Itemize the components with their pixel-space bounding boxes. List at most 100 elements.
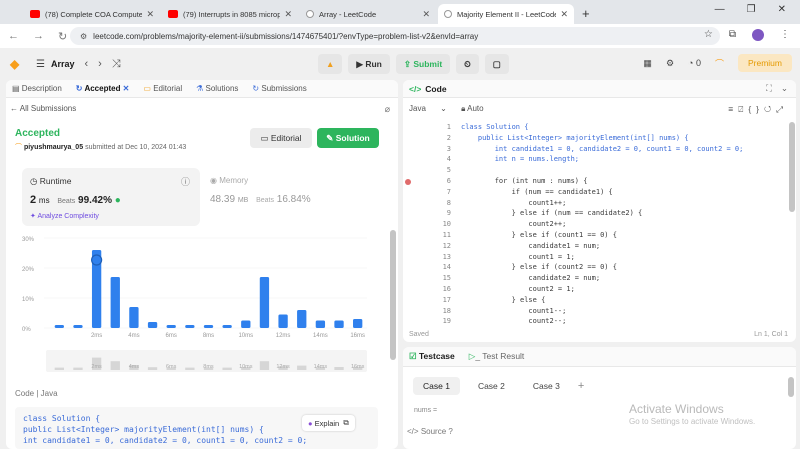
close-icon[interactable]: ✕ <box>422 9 430 20</box>
add-case-icon[interactable]: + <box>578 380 584 392</box>
tab-test-result[interactable]: ▷_ Test Result <box>469 351 525 362</box>
layout-icon[interactable]: ▦ <box>643 58 652 69</box>
line-number: 2 <box>446 133 451 142</box>
runtime-bar[interactable] <box>315 320 326 329</box>
prev-problem-icon[interactable]: ‹ <box>84 58 88 70</box>
restore-icon[interactable]: ❐ <box>747 4 756 15</box>
close-icon[interactable]: ✕ <box>284 9 292 20</box>
url-field[interactable]: ⚙ leetcode.com/problems/majority-element… <box>70 27 720 45</box>
settings-icon[interactable]: ⚙ <box>666 58 674 69</box>
tab-accepted[interactable]: ↻ Accepted ✕ <box>76 84 130 93</box>
expand-icon[interactable]: ⤢ <box>776 104 788 114</box>
braces-icon[interactable]: {} <box>748 104 764 114</box>
site-info-icon[interactable]: ⚙ <box>80 32 87 41</box>
close-icon[interactable]: ✕ <box>560 9 568 20</box>
help-icon[interactable]: ? <box>448 427 452 436</box>
browser-tab[interactable]: Array - LeetCode ✕ <box>300 4 436 24</box>
close-window-icon[interactable]: ✕ <box>778 4 786 15</box>
browser-tab-active[interactable]: Majority Element II - LeetCode ✕ <box>438 4 574 24</box>
runtime-bar[interactable] <box>334 320 344 329</box>
runtime-bar[interactable] <box>241 320 251 329</box>
runtime-card[interactable]: ◷ Runtime ⓘ 2 ms Beats 99.42% ● ✦ Analyz… <box>22 168 200 226</box>
case-tab[interactable]: Case 2 <box>468 377 515 395</box>
user-avatar[interactable]: ⌒ <box>715 57 724 70</box>
runtime-bar[interactable] <box>147 322 158 328</box>
tab-solutions[interactable]: ⚗ Solutions <box>196 84 238 93</box>
reset-icon[interactable]: ↺ <box>764 104 776 114</box>
runtime-bar[interactable] <box>129 307 139 328</box>
runtime-bar[interactable] <box>353 319 363 328</box>
runtime-bar[interactable] <box>166 325 176 328</box>
fullscreen-icon[interactable]: ⛶ <box>766 83 772 94</box>
source-toggle[interactable]: </> Source ? <box>407 427 453 436</box>
memory-card[interactable]: ◉ Memory 48.39 MB Beats 16.84% <box>204 168 382 226</box>
explain-button[interactable]: ● Explain ⧉ <box>302 415 355 431</box>
timer-icon[interactable]: ⏲ <box>456 54 479 74</box>
share-link-icon[interactable]: ⌀ <box>385 104 390 115</box>
scrollbar[interactable] <box>390 230 396 360</box>
back-icon[interactable]: ← <box>8 30 19 42</box>
tab-description[interactable]: ▤ Description <box>12 84 62 93</box>
scrollbar[interactable] <box>789 122 795 212</box>
close-icon[interactable]: ✕ <box>146 9 154 20</box>
solution-button[interactable]: ✎ Solution <box>317 128 379 148</box>
format-icon[interactable]: ≡ <box>728 104 738 114</box>
shuffle-icon[interactable]: ⤨ <box>112 58 121 71</box>
minimize-icon[interactable]: — <box>715 4 725 15</box>
runtime-bar[interactable] <box>203 325 214 328</box>
browser-tab[interactable]: (79) Interrupts in 8085 micropro ✕ <box>162 4 298 24</box>
tab-editorial[interactable]: ▭ Editorial <box>143 84 182 93</box>
collapse-icon[interactable]: ⌄ <box>781 83 788 94</box>
runtime-bar[interactable] <box>73 325 83 328</box>
case-tab[interactable]: Case 1 <box>413 377 460 395</box>
reload-icon[interactable]: ↻ <box>58 30 67 43</box>
streak-counter[interactable]: ◔ 0 <box>688 58 701 68</box>
next-problem-icon[interactable]: › <box>98 58 102 70</box>
submit-button[interactable]: ⇪ Submit <box>395 54 451 74</box>
auto-toggle[interactable]: 🔒︎ Auto <box>461 104 496 113</box>
runtime-bar[interactable] <box>54 325 64 328</box>
language-select[interactable]: Java ⌄ <box>409 104 447 113</box>
menu-icon[interactable]: ⋮ <box>780 29 790 41</box>
extensions-icon[interactable]: ⧉ <box>729 29 736 41</box>
runtime-distribution-chart[interactable]: 30% 20% 10% 0% 2ms 4ms 6ms 8ms 10ms 12ms 14ms 16ms 2… <box>22 230 372 380</box>
copy-icon[interactable]: ⧉ <box>343 418 348 428</box>
code-lines[interactable]: class Solution { public List<Integer> ma… <box>461 122 743 327</box>
problem-list-title[interactable]: Array <box>51 59 75 69</box>
case-tab[interactable]: Case 3 <box>523 377 570 395</box>
bookmark-icon[interactable]: ⍁ <box>738 104 748 114</box>
scrollbar[interactable] <box>788 377 794 397</box>
submission-status: Accepted <box>15 128 61 139</box>
browser-tab[interactable]: (78) Complete COA Computer O ✕ <box>24 4 160 24</box>
tab-submissions[interactable]: ↻ Submissions <box>252 84 306 93</box>
runtime-bar[interactable] <box>297 310 307 328</box>
new-tab-icon[interactable]: + <box>582 6 590 21</box>
notes-icon[interactable]: ▢ <box>484 54 509 74</box>
code-editor[interactable]: 1 2 3 4 5 6 7 8 9 10 11 12 13 14 15 16 17 18 19 class Solu… <box>403 122 796 325</box>
bookmark-star-icon[interactable]: ☆ <box>704 29 713 41</box>
runtime-bar[interactable] <box>222 325 232 328</box>
runtime-bar[interactable] <box>278 314 288 329</box>
username[interactable]: piyushmaurya_05 <box>24 144 83 151</box>
brush-bar <box>297 365 307 370</box>
run-label: Run <box>365 59 382 69</box>
runtime-bar[interactable] <box>259 277 270 328</box>
analyze-complexity-link[interactable]: ✦ Analyze Complexity <box>30 212 99 220</box>
debug-icon[interactable]: ▲ <box>318 54 343 74</box>
runtime-bar[interactable] <box>185 325 195 328</box>
editorial-button[interactable]: ▭ Editorial <box>250 128 312 148</box>
info-icon[interactable]: ⓘ <box>181 175 190 188</box>
run-button[interactable]: ▶ Run <box>348 54 390 74</box>
runtime-bar[interactable] <box>110 277 120 328</box>
avatar[interactable] <box>752 29 764 41</box>
x-tick-label: 6ms <box>166 333 177 339</box>
list-icon[interactable]: ☰ <box>36 59 45 70</box>
premium-button[interactable]: Premium <box>737 54 792 72</box>
forward-icon[interactable]: → <box>33 30 44 42</box>
tab-title: Majority Element II - LeetCode <box>457 9 557 19</box>
tab-testcase[interactable]: ☑ Testcase <box>409 351 455 362</box>
leetcode-logo-icon[interactable]: ◆ <box>10 57 22 71</box>
runtime-bar[interactable] <box>91 250 102 328</box>
x-tick-label: 12ms <box>276 333 291 339</box>
all-submissions-link[interactable]: ← All Submissions <box>10 104 76 113</box>
